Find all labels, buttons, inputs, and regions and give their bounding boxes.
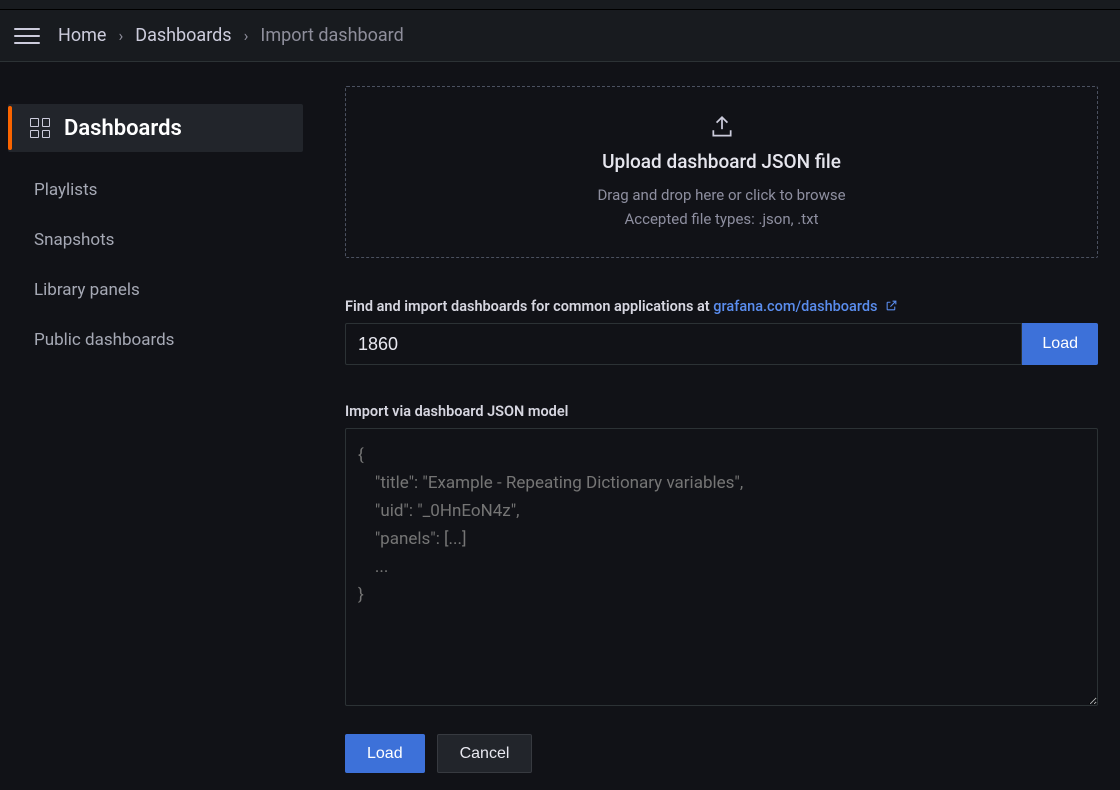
breadcrumb-bar: Home › Dashboards › Import dashboard [0, 10, 1120, 62]
breadcrumb-current: Import dashboard [260, 25, 403, 46]
action-buttons: Load Cancel [345, 734, 1098, 773]
sidebar-item-public-dashboards[interactable]: Public dashboards [8, 316, 303, 364]
cancel-button[interactable]: Cancel [437, 734, 533, 773]
chevron-right-icon: › [118, 26, 123, 45]
upload-dropzone[interactable]: Upload dashboard JSON file Drag and drop… [345, 86, 1098, 258]
sidebar-item-library-panels[interactable]: Library panels [8, 266, 303, 314]
top-strip [0, 0, 1120, 10]
load-button[interactable]: Load [345, 734, 425, 773]
sidebar: Dashboards Playlists Snapshots Library p… [0, 62, 315, 790]
breadcrumb-home[interactable]: Home [58, 25, 106, 46]
breadcrumb-dashboards[interactable]: Dashboards [135, 25, 231, 46]
grafana-dashboards-link[interactable]: grafana.com/dashboards [713, 298, 898, 315]
sidebar-item-dashboards[interactable]: Dashboards [8, 104, 303, 152]
json-model-textarea[interactable] [345, 428, 1098, 706]
dropzone-title: Upload dashboard JSON file [602, 150, 841, 173]
chevron-right-icon: › [244, 26, 249, 45]
upload-icon [707, 114, 737, 140]
sidebar-item-label: Public dashboards [34, 330, 174, 350]
load-by-id-button[interactable]: Load [1022, 323, 1098, 365]
sidebar-item-label: Snapshots [34, 230, 114, 250]
main-content: Upload dashboard JSON file Drag and drop… [315, 62, 1120, 790]
dashboards-icon [30, 118, 50, 138]
sidebar-item-label: Dashboards [64, 116, 182, 141]
dashboard-id-row: Load [345, 323, 1098, 365]
find-import-label: Find and import dashboards for common ap… [345, 298, 1098, 315]
sidebar-item-label: Library panels [34, 280, 140, 300]
breadcrumb: Home › Dashboards › Import dashboard [58, 25, 404, 46]
external-link-icon [885, 299, 898, 312]
sidebar-item-playlists[interactable]: Playlists [8, 166, 303, 214]
menu-toggle-button[interactable] [14, 23, 40, 49]
dashboard-id-input[interactable] [345, 323, 1022, 365]
sidebar-item-label: Playlists [34, 180, 97, 200]
sidebar-item-snapshots[interactable]: Snapshots [8, 216, 303, 264]
dropzone-subtext: Drag and drop here or click to browse Ac… [597, 183, 845, 231]
json-model-label: Import via dashboard JSON model [345, 403, 1098, 420]
